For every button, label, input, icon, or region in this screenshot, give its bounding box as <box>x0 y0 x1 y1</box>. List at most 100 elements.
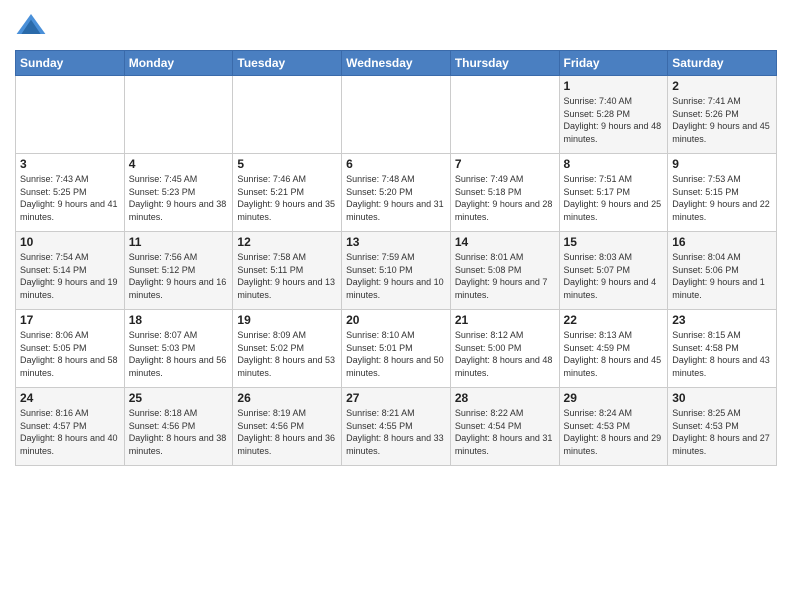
calendar-cell: 29 Sunrise: 8:24 AM Sunset: 4:53 PM Dayli… <box>559 388 668 466</box>
logo-icon <box>15 10 47 42</box>
day-info: Sunrise: 8:10 AM Sunset: 5:01 PM Dayligh… <box>346 329 446 379</box>
day-number: 21 <box>455 313 555 327</box>
calendar-week-1: 3 Sunrise: 7:43 AM Sunset: 5:25 PM Daylig… <box>16 154 777 232</box>
day-number: 15 <box>564 235 664 249</box>
column-header-friday: Friday <box>559 51 668 76</box>
day-info: Sunrise: 8:25 AM Sunset: 4:53 PM Dayligh… <box>672 407 772 457</box>
day-info: Sunrise: 7:59 AM Sunset: 5:10 PM Dayligh… <box>346 251 446 301</box>
day-number: 25 <box>129 391 229 405</box>
day-number: 20 <box>346 313 446 327</box>
calendar-cell: 6Sunrise: 7:48 AM Sunset: 5:20 PM Daylig… <box>342 154 451 232</box>
column-header-saturday: Saturday <box>668 51 777 76</box>
day-info: Sunrise: 7:45 AM Sunset: 5:23 PM Dayligh… <box>129 173 229 223</box>
day-number: 18 <box>129 313 229 327</box>
calendar-cell: 16Sunrise: 8:04 AM Sunset: 5:06 PM Dayli… <box>668 232 777 310</box>
day-number: 19 <box>237 313 337 327</box>
calendar-cell: 5 Sunrise: 7:46 AM Sunset: 5:21 PM Daylig… <box>233 154 342 232</box>
day-info: Sunrise: 7:41 AM Sunset: 5:26 PM Dayligh… <box>672 95 772 145</box>
day-number: 5 <box>237 157 337 171</box>
calendar-cell: 25Sunrise: 8:18 AM Sunset: 4:56 PM Dayli… <box>124 388 233 466</box>
day-info: Sunrise: 8:07 AM Sunset: 5:03 PM Dayligh… <box>129 329 229 379</box>
day-info: Sunrise: 8:13 AM Sunset: 4:59 PM Dayligh… <box>564 329 664 379</box>
day-number: 2 <box>672 79 772 93</box>
day-info: Sunrise: 7:51 AM Sunset: 5:17 PM Dayligh… <box>564 173 664 223</box>
header <box>15 10 777 42</box>
calendar-cell: 20 Sunrise: 8:10 AM Sunset: 5:01 PM Dayli… <box>342 310 451 388</box>
calendar-table: SundayMondayTuesdayWednesdayThursdayFrid… <box>15 50 777 466</box>
day-info: Sunrise: 8:03 AM Sunset: 5:07 PM Dayligh… <box>564 251 664 301</box>
day-number: 24 <box>20 391 120 405</box>
calendar-cell: 11 Sunrise: 7:56 AM Sunset: 5:12 PM Dayli… <box>124 232 233 310</box>
calendar-header-row: SundayMondayTuesdayWednesdayThursdayFrid… <box>16 51 777 76</box>
day-info: Sunrise: 7:56 AM Sunset: 5:12 PM Dayligh… <box>129 251 229 301</box>
day-number: 1 <box>564 79 664 93</box>
column-header-thursday: Thursday <box>450 51 559 76</box>
calendar-cell: 8 Sunrise: 7:51 AM Sunset: 5:17 PM Daylig… <box>559 154 668 232</box>
day-number: 23 <box>672 313 772 327</box>
calendar-cell <box>233 76 342 154</box>
column-header-tuesday: Tuesday <box>233 51 342 76</box>
day-info: Sunrise: 7:40 AM Sunset: 5:28 PM Dayligh… <box>564 95 664 145</box>
calendar-cell: 23 Sunrise: 8:15 AM Sunset: 4:58 PM Dayli… <box>668 310 777 388</box>
calendar-cell: 2 Sunrise: 7:41 AM Sunset: 5:26 PM Daylig… <box>668 76 777 154</box>
day-number: 28 <box>455 391 555 405</box>
calendar-cell: 9 Sunrise: 7:53 AM Sunset: 5:15 PM Daylig… <box>668 154 777 232</box>
calendar-cell: 13 Sunrise: 7:59 AM Sunset: 5:10 PM Dayli… <box>342 232 451 310</box>
calendar-cell: 15 Sunrise: 8:03 AM Sunset: 5:07 PM Dayli… <box>559 232 668 310</box>
calendar-cell: 4 Sunrise: 7:45 AM Sunset: 5:23 PM Daylig… <box>124 154 233 232</box>
day-number: 22 <box>564 313 664 327</box>
calendar-cell: 17Sunrise: 8:06 AM Sunset: 5:05 PM Dayli… <box>16 310 125 388</box>
day-number: 11 <box>129 235 229 249</box>
day-number: 29 <box>564 391 664 405</box>
day-info: Sunrise: 8:24 AM Sunset: 4:53 PM Dayligh… <box>564 407 664 457</box>
calendar-cell: 24Sunrise: 8:16 AM Sunset: 4:57 PM Dayli… <box>16 388 125 466</box>
column-header-monday: Monday <box>124 51 233 76</box>
calendar-cell: 30 Sunrise: 8:25 AM Sunset: 4:53 PM Dayli… <box>668 388 777 466</box>
day-info: Sunrise: 7:49 AM Sunset: 5:18 PM Dayligh… <box>455 173 555 223</box>
day-number: 9 <box>672 157 772 171</box>
day-info: Sunrise: 8:19 AM Sunset: 4:56 PM Dayligh… <box>237 407 337 457</box>
day-info: Sunrise: 8:04 AM Sunset: 5:06 PM Dayligh… <box>672 251 772 301</box>
day-info: Sunrise: 8:09 AM Sunset: 5:02 PM Dayligh… <box>237 329 337 379</box>
day-info: Sunrise: 7:58 AM Sunset: 5:11 PM Dayligh… <box>237 251 337 301</box>
day-info: Sunrise: 7:54 AM Sunset: 5:14 PM Dayligh… <box>20 251 120 301</box>
day-info: Sunrise: 7:43 AM Sunset: 5:25 PM Dayligh… <box>20 173 120 223</box>
day-number: 8 <box>564 157 664 171</box>
calendar-cell: 21 Sunrise: 8:12 AM Sunset: 5:00 PM Dayli… <box>450 310 559 388</box>
calendar-cell: 12 Sunrise: 7:58 AM Sunset: 5:11 PM Dayli… <box>233 232 342 310</box>
calendar-cell <box>16 76 125 154</box>
day-number: 10 <box>20 235 120 249</box>
calendar-cell: 18 Sunrise: 8:07 AM Sunset: 5:03 PM Dayli… <box>124 310 233 388</box>
page-container: SundayMondayTuesdayWednesdayThursdayFrid… <box>0 0 792 471</box>
day-number: 12 <box>237 235 337 249</box>
day-info: Sunrise: 7:53 AM Sunset: 5:15 PM Dayligh… <box>672 173 772 223</box>
day-number: 3 <box>20 157 120 171</box>
column-header-wednesday: Wednesday <box>342 51 451 76</box>
day-number: 26 <box>237 391 337 405</box>
day-number: 13 <box>346 235 446 249</box>
calendar-cell: 19 Sunrise: 8:09 AM Sunset: 5:02 PM Dayli… <box>233 310 342 388</box>
calendar-week-0: 1 Sunrise: 7:40 AM Sunset: 5:28 PM Daylig… <box>16 76 777 154</box>
day-info: Sunrise: 8:01 AM Sunset: 5:08 PM Dayligh… <box>455 251 555 301</box>
calendar-week-4: 24Sunrise: 8:16 AM Sunset: 4:57 PM Dayli… <box>16 388 777 466</box>
calendar-cell <box>450 76 559 154</box>
day-number: 7 <box>455 157 555 171</box>
day-info: Sunrise: 8:06 AM Sunset: 5:05 PM Dayligh… <box>20 329 120 379</box>
day-number: 6 <box>346 157 446 171</box>
calendar-cell: 10 Sunrise: 7:54 AM Sunset: 5:14 PM Dayli… <box>16 232 125 310</box>
calendar-cell: 14 Sunrise: 8:01 AM Sunset: 5:08 PM Dayli… <box>450 232 559 310</box>
day-number: 30 <box>672 391 772 405</box>
day-info: Sunrise: 8:22 AM Sunset: 4:54 PM Dayligh… <box>455 407 555 457</box>
calendar-cell: 28 Sunrise: 8:22 AM Sunset: 4:54 PM Dayli… <box>450 388 559 466</box>
column-header-sunday: Sunday <box>16 51 125 76</box>
day-info: Sunrise: 7:46 AM Sunset: 5:21 PM Dayligh… <box>237 173 337 223</box>
day-info: Sunrise: 8:15 AM Sunset: 4:58 PM Dayligh… <box>672 329 772 379</box>
calendar-cell: 26 Sunrise: 8:19 AM Sunset: 4:56 PM Dayli… <box>233 388 342 466</box>
calendar-cell: 22 Sunrise: 8:13 AM Sunset: 4:59 PM Dayli… <box>559 310 668 388</box>
day-number: 14 <box>455 235 555 249</box>
calendar-cell: 1 Sunrise: 7:40 AM Sunset: 5:28 PM Daylig… <box>559 76 668 154</box>
calendar-week-3: 17Sunrise: 8:06 AM Sunset: 5:05 PM Dayli… <box>16 310 777 388</box>
calendar-cell: 27Sunrise: 8:21 AM Sunset: 4:55 PM Dayli… <box>342 388 451 466</box>
day-number: 4 <box>129 157 229 171</box>
day-info: Sunrise: 8:12 AM Sunset: 5:00 PM Dayligh… <box>455 329 555 379</box>
